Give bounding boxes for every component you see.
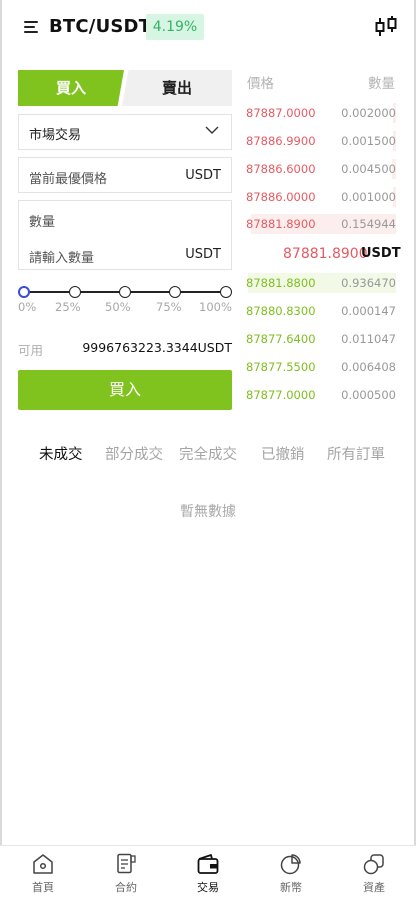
nav-label: 首頁 <box>32 881 54 894</box>
ask-price: 87886.6000 <box>246 162 316 176</box>
home-icon <box>33 854 53 874</box>
ask-row[interactable]: 87881.8900 0.154944 <box>246 214 396 234</box>
bid-price: 87881.8800 <box>246 276 316 290</box>
ask-row[interactable]: 87887.0000 0.002000 <box>246 103 396 123</box>
available-balance: 9996763223.3344USDT <box>82 340 232 355</box>
bid-row[interactable]: 87877.6400 0.011047 <box>246 329 396 349</box>
bid-row[interactable]: 87877.0000 0.000500 <box>246 385 396 405</box>
ask-qty: 0.154944 <box>341 217 396 231</box>
bid-qty: 0.011047 <box>341 332 396 346</box>
nav-label: 交易 <box>197 881 219 894</box>
tab-cancelled[interactable]: 已撤銷 <box>261 443 305 464</box>
slider-label: 100% <box>199 300 232 314</box>
slider-label: 75% <box>156 300 182 314</box>
tab-all-orders[interactable]: 所有訂單 <box>327 443 385 464</box>
bid-row[interactable]: 87881.8800 0.936470 <box>246 273 396 293</box>
nav-label: 新幣 <box>280 881 302 894</box>
nav-label: 資產 <box>363 881 385 894</box>
ask-row[interactable]: 87886.0000 0.001000 <box>246 187 396 207</box>
slider-stop-100[interactable] <box>220 286 232 298</box>
nav-label: 合約 <box>115 881 137 894</box>
candlestick-chart-icon[interactable] <box>374 16 398 38</box>
amount-label: 數量 <box>29 215 56 230</box>
amount-input[interactable]: 請輸入數量 <box>29 247 94 266</box>
bid-price: 87877.0000 <box>246 388 316 402</box>
ask-price: 87886.9900 <box>246 134 316 148</box>
slider-label: 25% <box>55 300 81 314</box>
bid-qty: 0.936470 <box>341 276 396 290</box>
empty-state-text: 暫無數據 <box>180 504 236 520</box>
orderbook-price-header: 價格 <box>247 76 274 92</box>
order-type-select[interactable]: 市場交易 <box>18 114 232 150</box>
ask-qty: 0.001000 <box>341 190 396 204</box>
bid-row[interactable]: 87880.8300 0.000147 <box>246 301 396 321</box>
price-placeholder: 當前最優價格 <box>29 172 108 187</box>
nav-trade[interactable]: 交易 <box>178 846 238 896</box>
ask-qty: 0.001500 <box>341 134 396 148</box>
bid-qty: 0.000147 <box>341 304 396 318</box>
price-field[interactable]: 當前最優價格 USDT <box>18 157 232 193</box>
nav-assets[interactable]: 資產 <box>344 846 404 896</box>
bid-row[interactable]: 87877.5500 0.006408 <box>246 357 396 377</box>
bid-price: 87877.5500 <box>246 360 316 374</box>
slider-stop-75[interactable] <box>169 286 181 298</box>
nav-home[interactable]: 首頁 <box>13 846 73 896</box>
ask-qty: 0.002000 <box>341 106 396 120</box>
order-type-value: 市場交易 <box>29 128 82 143</box>
price-change-badge: 4.19% <box>146 14 204 40</box>
header: BTC/USDT 4.19% <box>0 0 416 54</box>
orderbook-qty-header: 數量 <box>368 76 395 92</box>
tab-sell[interactable]: 賣出 <box>122 70 232 106</box>
slider-stop-0[interactable] <box>18 286 30 298</box>
menu-icon[interactable] <box>24 20 38 34</box>
amount-field[interactable]: 數量 請輸入數量 USDT <box>18 200 232 270</box>
ask-row[interactable]: 87886.9900 0.001500 <box>246 131 396 151</box>
ask-price: 87881.8900 <box>246 217 316 231</box>
price-unit: USDT <box>185 168 221 183</box>
nav-contract[interactable]: 合約 <box>96 846 156 896</box>
pair-title[interactable]: BTC/USDT <box>49 16 151 37</box>
bid-price: 87877.6400 <box>246 332 316 346</box>
tab-filled[interactable]: 完全成交 <box>179 443 237 464</box>
contract-icon <box>117 853 136 874</box>
assets-icon <box>363 854 384 875</box>
bid-qty: 0.006408 <box>341 360 396 374</box>
bid-qty: 0.000500 <box>341 388 396 402</box>
bottom-nav: 首頁 合約 交易 新幣 資產 <box>0 845 416 898</box>
ask-row[interactable]: 87886.6000 0.004500 <box>246 159 396 179</box>
last-price: 87881.8900 <box>283 246 368 262</box>
ask-qty: 0.004500 <box>341 162 396 176</box>
available-label: 可用 <box>18 343 44 358</box>
chevron-down-icon <box>205 126 219 134</box>
slider-label: 0% <box>18 300 37 314</box>
tab-buy[interactable]: 買入 <box>18 70 124 106</box>
slider-label: 50% <box>105 300 131 314</box>
slider-stop-50[interactable] <box>119 286 131 298</box>
amount-unit: USDT <box>185 247 221 262</box>
bid-price: 87880.8300 <box>246 304 316 318</box>
nav-new-coins[interactable]: 新幣 <box>261 846 321 896</box>
buy-button[interactable]: 買入 <box>18 370 232 410</box>
tab-partially-filled[interactable]: 部分成交 <box>105 443 163 464</box>
ask-price: 87887.0000 <box>246 106 316 120</box>
slider-stop-25[interactable] <box>69 286 81 298</box>
tab-open-orders[interactable]: 未成交 <box>39 443 83 464</box>
pie-chart-icon <box>280 854 301 875</box>
last-price-unit: USDT <box>361 246 401 261</box>
wallet-icon <box>197 854 219 874</box>
ask-price: 87886.0000 <box>246 190 316 204</box>
